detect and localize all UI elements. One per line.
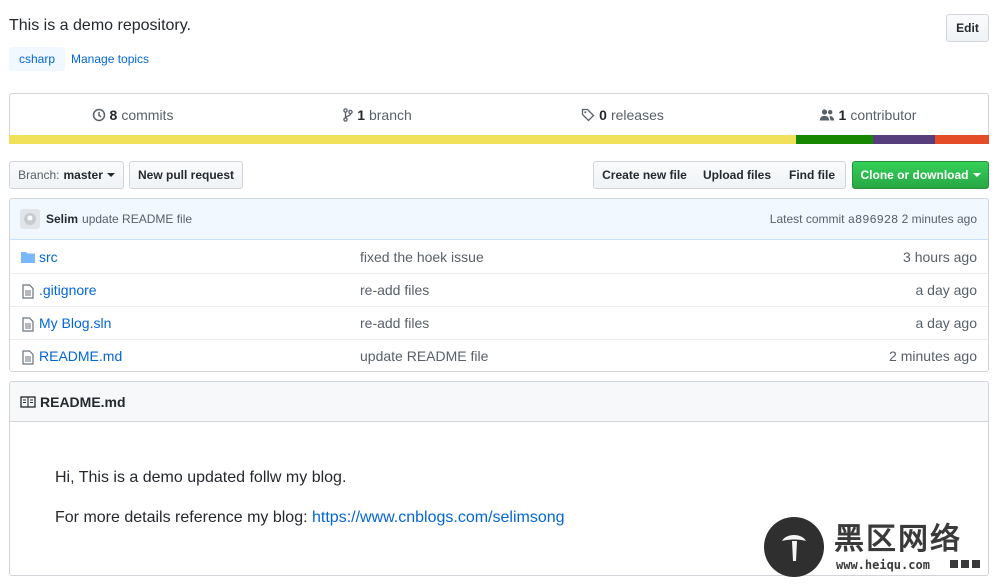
edit-button[interactable]: Edit [946,14,989,42]
file-icon [20,316,36,332]
watermark-text: 黑区网络 [834,522,962,557]
file-name-link[interactable]: My Blog.sln [39,315,111,331]
book-icon [20,395,36,409]
watermark-url: www.heiqu.com [836,558,930,572]
table-row: README.md update README file 2 minutes ago [10,339,988,371]
branch-icon [343,108,353,122]
new-pull-request-button[interactable]: New pull request [129,161,243,189]
create-new-file-button[interactable]: Create new file [593,161,696,189]
people-icon [819,108,835,122]
contributors-link[interactable]: 1 contributor [745,94,990,136]
contributors-label: contributor [850,107,917,123]
releases-count: 0 [599,107,607,123]
contributors-count: 1 [838,107,847,123]
language-segment[interactable] [795,135,874,144]
readme-line-1: Hi, This is a demo updated follw my blog… [55,469,347,486]
branch-prefix: Branch: [18,168,60,182]
file-age: a day ago [915,282,978,298]
folder-icon [20,249,36,265]
history-icon [92,108,106,122]
commits-link[interactable]: 8 commits [10,94,255,136]
branches-label: branch [368,107,412,123]
file-commit-message[interactable]: re-add files [360,282,429,298]
upload-files-button[interactable]: Upload files [695,161,780,189]
commit-sha[interactable]: a896928 [848,213,898,227]
language-segment[interactable] [935,135,989,144]
clone-or-download-button[interactable]: Clone or download [852,161,989,189]
table-row: src fixed the hoek issue 3 hours ago [10,240,988,273]
file-name-link[interactable]: .gitignore [39,282,97,298]
file-age: 3 hours ago [903,248,977,265]
readme-line-2: For more details reference my blog: http… [55,509,565,527]
branches-link[interactable]: 1 branch [255,94,500,136]
branch-name: master [63,168,103,182]
language-segment[interactable] [9,135,796,144]
caret-down-icon [972,173,981,177]
avatar[interactable] [20,209,40,229]
branch-select-button[interactable]: Branch: master [9,161,124,189]
file-commit-message[interactable]: update README file [360,348,488,364]
language-segment[interactable] [873,135,936,144]
commits-count: 8 [109,107,118,123]
file-icon [20,283,36,299]
topic-tag-csharp[interactable]: csharp [9,47,66,71]
commit-message[interactable]: update README file [82,212,192,226]
branches-count: 1 [357,107,365,123]
commit-age: 2 minutes ago [901,211,977,226]
clone-label: Clone or download [860,168,969,182]
releases-label: releases [610,107,664,123]
watermark: 黑区网络 www.heiqu.com [760,514,996,584]
readme-line-2-text: For more details reference my blog: [55,509,308,526]
latest-commit-info: Latest commit a896928 2 minutes ago [770,212,977,227]
find-file-button[interactable]: Find file [779,161,846,189]
commit-author[interactable]: Selim [46,212,78,226]
table-row: .gitignore re-add files a day ago [10,273,988,306]
blog-link[interactable]: https://www.cnblogs.com/selimsong [312,509,565,526]
language-bar[interactable] [9,135,989,144]
file-commit-message[interactable]: fixed the hoek issue [360,249,484,265]
releases-link[interactable]: 0 releases [500,94,745,136]
repo-description: This is a demo repository. [9,17,191,34]
file-icon [20,349,36,365]
latest-commit-bar: Selim update README file Latest commit a… [10,199,988,240]
file-name-link[interactable]: README.md [39,348,122,364]
tag-icon [581,108,595,122]
file-age: 2 minutes ago [889,348,977,364]
file-name-link[interactable]: src [39,249,58,265]
watermark-logo-icon [764,517,824,577]
file-list: Selim update README file Latest commit a… [9,198,989,372]
readme-title: README.md [40,393,126,410]
readme-header: README.md [10,382,988,422]
caret-down-icon [106,173,115,177]
latest-commit-prefix: Latest commit [769,211,845,226]
file-age: a day ago [915,315,978,331]
commits-label: commits [121,107,174,123]
file-commit-message[interactable]: re-add files [360,315,429,331]
manage-topics-link[interactable]: Manage topics [71,47,149,71]
table-row: My Blog.sln re-add files a day ago [10,306,988,339]
watermark-dots [950,560,980,568]
